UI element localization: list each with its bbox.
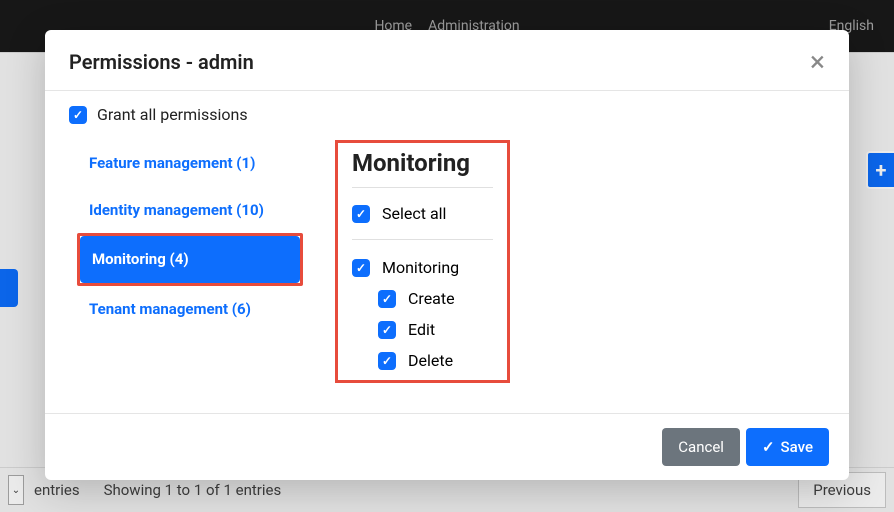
delete-label: Delete [408,351,453,370]
panel-highlight-box: Monitoring Select all Monitoring Create [335,140,510,383]
grant-all-label: Grant all permissions [97,105,248,124]
check-icon [762,438,775,456]
edit-checkbox[interactable] [378,321,396,339]
select-all-checkbox[interactable] [352,205,370,223]
create-label: Create [408,289,455,308]
close-button[interactable]: × [810,48,825,76]
delete-checkbox[interactable] [378,352,396,370]
monitoring-checkbox[interactable] [352,259,370,277]
nav-tenant-management[interactable]: Tenant management (6) [77,286,303,333]
edit-label: Edit [408,320,435,339]
select-all-label: Select all [382,204,446,223]
modal-title: Permissions - admin [69,50,254,74]
monitoring-label: Monitoring [382,258,459,277]
save-button[interactable]: Save [746,428,829,466]
permissions-panel: Monitoring Select all Monitoring Create [335,140,825,383]
nav-feature-management[interactable]: Feature management (1) [77,140,303,187]
highlight-box: Monitoring (4) [77,233,303,286]
nav-identity-management[interactable]: Identity management (10) [77,187,303,234]
modal-footer: Cancel Save [45,413,849,480]
permissions-modal: Permissions - admin × Grant all permissi… [45,30,849,480]
panel-title: Monitoring [352,143,493,188]
cancel-button[interactable]: Cancel [662,428,740,466]
grant-all-checkbox[interactable] [69,106,87,124]
create-checkbox[interactable] [378,290,396,308]
nav-monitoring[interactable]: Monitoring (4) [80,236,300,283]
permission-groups-nav: Feature management (1) Identity manageme… [69,140,303,383]
save-label: Save [781,438,813,456]
modal-body: Grant all permissions Feature management… [45,91,849,413]
modal-header: Permissions - admin × [45,30,849,91]
